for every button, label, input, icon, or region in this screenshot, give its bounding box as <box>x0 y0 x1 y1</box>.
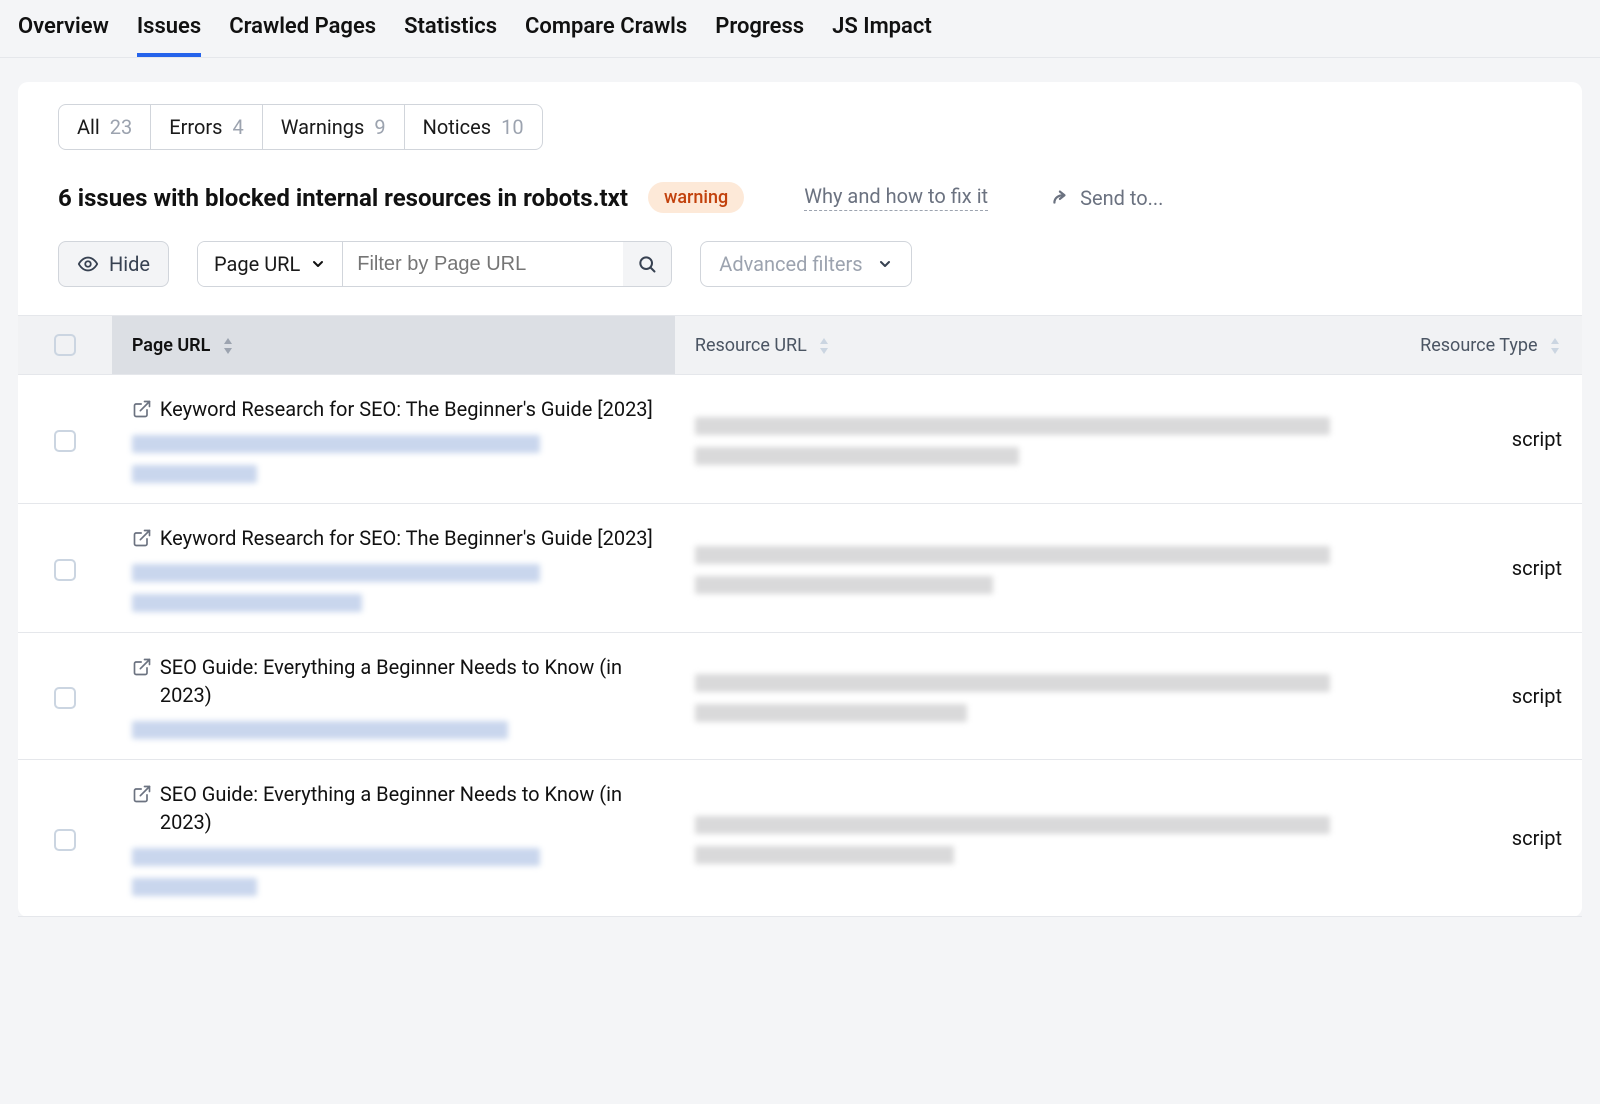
advanced-filters-label: Advanced filters <box>719 252 862 276</box>
external-link-icon[interactable] <box>132 784 152 804</box>
pill-warnings[interactable]: Warnings 9 <box>263 105 405 149</box>
col-header-resource-type[interactable]: Resource Type <box>1363 316 1582 375</box>
table-row: SEO Guide: Everything a Beginner Needs t… <box>18 760 1582 917</box>
tab-crawled-pages[interactable]: Crawled Pages <box>229 14 376 57</box>
resource-url-blurred <box>695 413 1343 465</box>
resource-type-cell: script <box>1363 375 1582 504</box>
page-url-blurred <box>132 431 655 483</box>
table-row: Keyword Research for SEO: The Beginner's… <box>18 504 1582 633</box>
tab-overview[interactable]: Overview <box>18 14 109 57</box>
pill-notices-count: 10 <box>501 115 523 139</box>
pill-all[interactable]: All 23 <box>59 105 151 149</box>
pill-all-count: 23 <box>110 115 132 139</box>
search-type-label: Page URL <box>214 252 300 276</box>
resource-url-blurred <box>695 542 1343 594</box>
external-link-icon[interactable] <box>132 528 152 548</box>
issue-filter-pills: All 23 Errors 4 Warnings 9 Notices 10 <box>58 104 543 150</box>
chevron-down-icon <box>877 256 893 272</box>
resource-type-cell: script <box>1363 504 1582 633</box>
pill-errors-label: Errors <box>169 115 222 139</box>
page-title[interactable]: SEO Guide: Everything a Beginner Needs t… <box>160 653 655 709</box>
tab-progress[interactable]: Progress <box>715 14 804 57</box>
resource-url-blurred <box>695 670 1343 722</box>
tab-js-impact[interactable]: JS Impact <box>832 14 932 57</box>
nav-tabs: Overview Issues Crawled Pages Statistics… <box>0 0 1600 58</box>
pill-warnings-count: 9 <box>374 115 385 139</box>
page-title[interactable]: Keyword Research for SEO: The Beginner's… <box>160 524 653 552</box>
advanced-filters-button[interactable]: Advanced filters <box>700 241 911 287</box>
issue-heading-row: 6 issues with blocked internal resources… <box>58 182 1542 213</box>
send-to-button[interactable]: Send to... <box>1048 186 1163 210</box>
select-all-checkbox[interactable] <box>54 334 76 356</box>
col-header-check <box>18 316 112 375</box>
external-link-icon[interactable] <box>132 657 152 677</box>
pill-notices[interactable]: Notices 10 <box>405 105 542 149</box>
pill-errors-count: 4 <box>233 115 244 139</box>
tab-compare-crawls[interactable]: Compare Crawls <box>525 14 687 57</box>
hide-label: Hide <box>109 252 150 276</box>
chevron-down-icon <box>310 256 326 272</box>
tab-issues[interactable]: Issues <box>137 14 201 57</box>
col-page-url-label: Page URL <box>132 335 211 356</box>
sort-icon <box>1548 338 1562 354</box>
page-title[interactable]: Keyword Research for SEO: The Beginner's… <box>160 395 653 423</box>
page-url-cell: Keyword Research for SEO: The Beginner's… <box>132 395 655 483</box>
issues-table: Page URL Resource URL Resource Type <box>18 315 1582 917</box>
search-input[interactable] <box>343 242 623 286</box>
resource-type-cell: script <box>1363 760 1582 917</box>
resource-type-cell: script <box>1363 633 1582 760</box>
page-title[interactable]: SEO Guide: Everything a Beginner Needs t… <box>160 780 655 836</box>
controls-row: Hide Page URL Advanced filters <box>58 241 1542 287</box>
table-row: Keyword Research for SEO: The Beginner's… <box>18 375 1582 504</box>
row-checkbox[interactable] <box>54 559 76 581</box>
page-url-blurred <box>132 844 655 896</box>
col-resource-url-label: Resource URL <box>695 335 807 356</box>
issue-title: 6 issues with blocked internal resources… <box>58 184 628 212</box>
pill-all-label: All <box>77 115 100 139</box>
row-checkbox[interactable] <box>54 687 76 709</box>
send-to-label: Send to... <box>1080 186 1163 210</box>
row-checkbox[interactable] <box>54 430 76 452</box>
sort-icon <box>221 338 235 354</box>
resource-url-blurred <box>695 812 1343 864</box>
issue-badge: warning <box>648 182 744 213</box>
sort-icon <box>817 338 831 354</box>
page-url-blurred <box>132 560 655 612</box>
issues-panel: All 23 Errors 4 Warnings 9 Notices 10 6 … <box>18 82 1582 917</box>
col-header-page-url[interactable]: Page URL <box>112 316 675 375</box>
col-header-resource-url[interactable]: Resource URL <box>675 316 1363 375</box>
search-type-dropdown[interactable]: Page URL <box>198 242 343 286</box>
table-row: SEO Guide: Everything a Beginner Needs t… <box>18 633 1582 760</box>
share-arrow-icon <box>1048 187 1070 209</box>
page-url-cell: Keyword Research for SEO: The Beginner's… <box>132 524 655 612</box>
pill-warnings-label: Warnings <box>281 115 365 139</box>
col-resource-type-label: Resource Type <box>1420 335 1537 356</box>
hide-button[interactable]: Hide <box>58 241 169 287</box>
page-url-blurred <box>132 717 655 739</box>
why-and-how-link[interactable]: Why and how to fix it <box>804 184 988 211</box>
search-icon <box>637 254 657 274</box>
page-url-cell: SEO Guide: Everything a Beginner Needs t… <box>132 780 655 896</box>
pill-notices-label: Notices <box>423 115 491 139</box>
search-button[interactable] <box>623 242 671 286</box>
search-input-group: Page URL <box>197 241 672 287</box>
external-link-icon[interactable] <box>132 399 152 419</box>
page-url-cell: SEO Guide: Everything a Beginner Needs t… <box>132 653 655 739</box>
eye-icon <box>77 253 99 275</box>
row-checkbox[interactable] <box>54 829 76 851</box>
tab-statistics[interactable]: Statistics <box>404 14 497 57</box>
pill-errors[interactable]: Errors 4 <box>151 105 262 149</box>
